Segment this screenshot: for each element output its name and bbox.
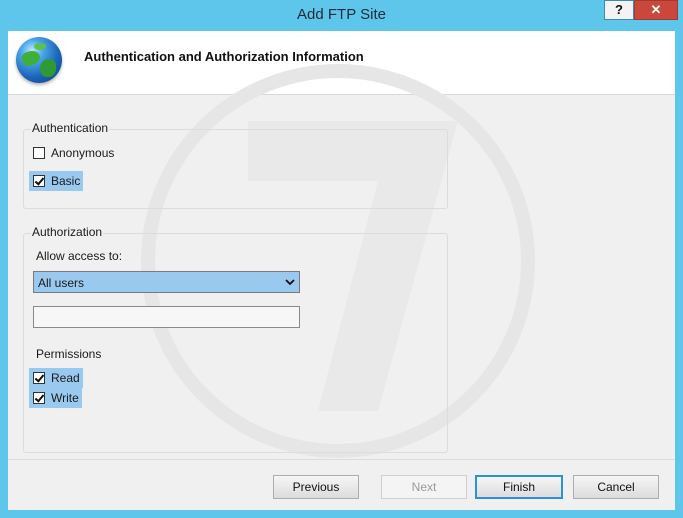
title-bar[interactable]: Add FTP Site ? ✕ [0, 0, 683, 30]
authorization-group-title: Authorization [31, 225, 104, 239]
next-button[interactable]: Next [381, 475, 467, 499]
page-title: Authentication and Authorization Informa… [84, 49, 364, 64]
anonymous-label: Anonymous [51, 146, 115, 160]
write-checkbox[interactable] [33, 392, 45, 404]
finish-button[interactable]: Finish [475, 475, 563, 499]
previous-button[interactable]: Previous [273, 475, 359, 499]
footer-divider [8, 459, 675, 460]
basic-checkbox[interactable] [33, 175, 45, 187]
authentication-group [23, 129, 448, 209]
read-checkbox[interactable] [33, 372, 45, 384]
basic-label: Basic [51, 174, 81, 188]
help-button[interactable]: ? [604, 0, 634, 20]
allow-access-select[interactable]: All users [33, 271, 300, 293]
anonymous-checkbox-row[interactable]: Anonymous [29, 143, 117, 163]
basic-checkbox-row[interactable]: Basic [29, 171, 84, 191]
allow-access-selected: All users [38, 276, 85, 290]
write-label: Write [51, 391, 79, 405]
wizard-header: Authentication and Authorization Informa… [8, 31, 675, 95]
chevron-down-icon [285, 279, 295, 286]
authentication-group-title: Authentication [31, 121, 110, 135]
anonymous-checkbox[interactable] [33, 147, 45, 159]
authorization-group [23, 233, 448, 453]
window-title: Add FTP Site [297, 6, 386, 23]
add-ftp-site-dialog: Add FTP Site ? ✕ Authentication and Auth… [0, 0, 683, 518]
globe-icon [16, 37, 62, 83]
permissions-label: Permissions [36, 347, 102, 361]
users-input[interactable] [33, 306, 300, 328]
allow-access-label: Allow access to: [36, 249, 123, 263]
read-checkbox-row[interactable]: Read [29, 368, 83, 388]
read-label: Read [51, 371, 80, 385]
write-checkbox-row[interactable]: Write [29, 388, 82, 408]
close-button[interactable]: ✕ [634, 0, 678, 20]
cancel-button[interactable]: Cancel [573, 475, 659, 499]
dialog-body: Authentication and Authorization Informa… [8, 31, 675, 510]
